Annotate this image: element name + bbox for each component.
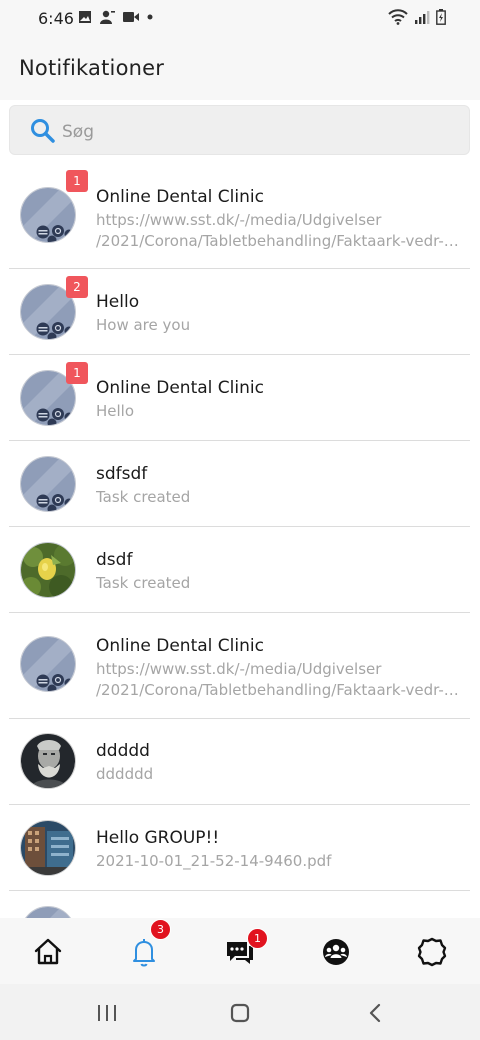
notification-list: 1 Online Dental Clinic https://www.sst.d…	[0, 170, 480, 918]
nav-groups-button[interactable]	[316, 932, 356, 972]
battery-icon	[436, 9, 446, 25]
message-line-2: /2021/Corona/Tabletbehandling/Faktaark-v…	[96, 232, 461, 250]
status-notification-icons	[78, 10, 153, 24]
avatar	[20, 733, 76, 789]
notification-item[interactable]: dsdf Task created	[0, 527, 480, 613]
group-avatar-icon	[21, 457, 75, 511]
notification-item[interactable]: 2 Hello How are you	[0, 269, 480, 355]
message-line-1: dddddd	[96, 765, 154, 783]
notification-message: Hello	[96, 401, 461, 422]
signal-icon	[415, 11, 430, 24]
unread-badge: 2	[66, 276, 88, 298]
notification-item[interactable]: ddddd dddddd	[0, 719, 480, 805]
back-icon[interactable]	[368, 1003, 382, 1023]
message-line-1: Hello	[96, 402, 135, 420]
notification-item[interactable]: 1 Online Dental Clinic Hello	[0, 355, 480, 441]
building-avatar-icon	[21, 821, 75, 875]
notification-title: Online Dental Clinic	[96, 378, 264, 398]
notification-item[interactable]: sdfsdf Task created	[0, 441, 480, 527]
avatar	[20, 456, 76, 512]
notification-message: dddddd	[96, 764, 461, 785]
search-input[interactable]	[60, 118, 444, 146]
chat-badge: 1	[247, 928, 268, 949]
nav-notifications-button[interactable]: 3	[124, 919, 171, 972]
notification-message: https://www.sst.dk/-/media/Udgivelser /2…	[96, 659, 461, 701]
message-line-1: https://www.sst.dk/-/media/Udgivelser	[96, 211, 382, 229]
notifications-badge: 3	[150, 919, 171, 940]
status-bar: 6:46	[0, 0, 480, 36]
settings-icon	[417, 937, 447, 967]
system-navigation-bar	[0, 984, 480, 1040]
message-line-1: Task created	[96, 574, 191, 592]
groups-icon	[323, 939, 349, 965]
notification-title: Hello GROUP!!	[96, 828, 220, 848]
nav-home-button[interactable]	[28, 932, 68, 972]
search-icon	[31, 119, 55, 143]
group-avatar-icon	[21, 637, 75, 691]
group-avatar-icon	[21, 188, 75, 242]
message-line-1: https://www.sst.dk/-/media/Udgivelser	[96, 660, 382, 678]
group-avatar-icon	[21, 907, 75, 918]
avatar	[20, 636, 76, 692]
home-icon	[34, 938, 62, 965]
wifi-icon	[388, 9, 408, 25]
dot-icon	[147, 14, 153, 20]
home-system-icon[interactable]	[230, 1003, 250, 1023]
message-line-2: /2021/Corona/Tabletbehandling/Faktaark-v…	[96, 681, 461, 699]
unread-badge: 1	[66, 362, 88, 384]
message-line-1: 2021-10-01_21-52-14-9460.pdf	[96, 852, 332, 870]
notification-message: How are you	[96, 315, 461, 336]
search-bar[interactable]	[9, 105, 470, 155]
lemon-tree-avatar-icon	[21, 543, 75, 597]
warrior-avatar-icon	[21, 734, 75, 788]
notification-title: dsdf	[96, 550, 133, 570]
notification-title: Hello	[96, 292, 140, 312]
notification-title: ddddd	[96, 741, 150, 761]
notification-message: Task created	[96, 487, 461, 508]
notification-title: Online Dental Clinic	[96, 187, 264, 207]
message-line-1: How are you	[96, 316, 191, 334]
status-time: 6:46	[38, 9, 74, 28]
message-line-1: Task created	[96, 488, 191, 506]
notification-item[interactable]: Hello GROUP!! 2021-10-01_21-52-14-9460.p…	[0, 805, 480, 891]
contact-icon	[100, 10, 115, 24]
avatar	[20, 906, 76, 918]
unread-badge: 1	[66, 170, 88, 192]
video-icon	[123, 12, 139, 22]
notification-title: sdfsdf	[96, 464, 148, 484]
nav-chat-button[interactable]: 1	[220, 928, 268, 972]
notification-message: https://www.sst.dk/-/media/Udgivelser /2…	[96, 210, 461, 252]
notification-message: 2021-10-01_21-52-14-9460.pdf	[96, 851, 461, 872]
avatar	[20, 542, 76, 598]
bottom-navigation: 3 1	[0, 918, 480, 984]
status-system-icons	[388, 9, 446, 25]
notification-message: Task created	[96, 573, 461, 594]
notification-title: Online Dental Clinic	[96, 636, 264, 656]
notification-item[interactable]: Online Dental Clinic https://www.sst.dk/…	[0, 613, 480, 719]
page-title: Notifikationer	[19, 56, 165, 80]
nav-settings-button[interactable]	[412, 932, 452, 972]
notification-item-partial[interactable]	[0, 891, 480, 918]
image-icon	[79, 11, 91, 23]
avatar	[20, 820, 76, 876]
app-header: Notifikationer	[0, 36, 480, 100]
recent-apps-icon[interactable]	[97, 1004, 117, 1022]
notification-item[interactable]: 1 Online Dental Clinic https://www.sst.d…	[0, 170, 480, 269]
avatar	[20, 187, 76, 243]
